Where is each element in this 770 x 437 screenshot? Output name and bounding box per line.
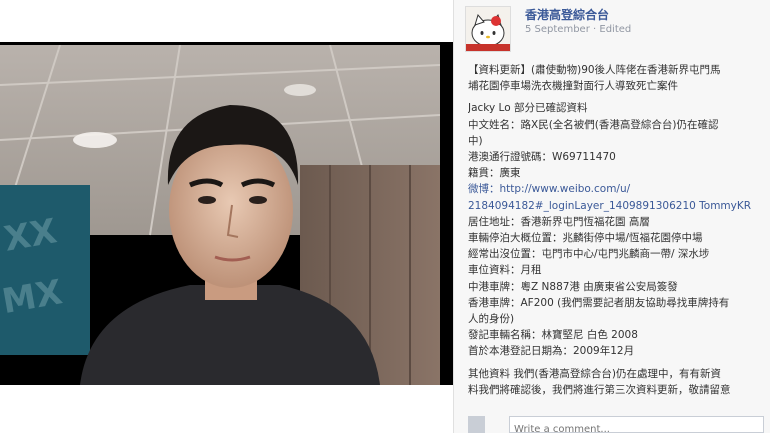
meta-separator: ·: [589, 24, 600, 35]
comment-input[interactable]: [510, 422, 763, 437]
post-line: 經常出沒位置：屯門市中心/屯門兆麟商一帶/ 深水埗: [468, 248, 710, 261]
post-panel: 香港高登綜合台 5 September · Edited 【資料更新】(肅使動物…: [453, 0, 770, 437]
commenter-avatar: [468, 416, 485, 433]
post-line: 車輛停泊大概位置：兆麟街停中場/恆福花園停中場: [468, 232, 703, 245]
post-line: Jacky Lo 部分已確認資料: [468, 102, 588, 115]
post-meta: 5 September · Edited: [525, 24, 631, 35]
selfie-photo: XX MX: [0, 45, 440, 385]
post-line: 【資料更新】(肅使動物)90後人阵佬在香港新界屯門馬: [468, 64, 721, 76]
post-line: 籍貫：廣東: [468, 167, 521, 180]
hello-kitty-avatar-icon[interactable]: [465, 6, 511, 52]
post-line: 料我們將確認後，我們將進行第三次資料更新，敬請留意: [468, 383, 731, 396]
post-body: 【資料更新】(肅使動物)90後人阵佬在香港新界屯門馬 埔花園停車場洗衣機撞對面行…: [468, 62, 763, 398]
post-date[interactable]: 5 September: [525, 24, 590, 35]
post-line: 發記車輛名稱：林寶堅尼 白色 2008: [468, 329, 638, 342]
post-line: 居住地址：香港新界屯門恆福花園 高層: [468, 215, 650, 228]
post-line: 車位資料：月租: [468, 264, 542, 277]
post-photo[interactable]: XX MX: [0, 45, 440, 385]
photo-panel: XX MX: [0, 0, 453, 433]
post-line: 中港車牌：粵Z N887港 由廣東省公安局簽發: [468, 280, 678, 293]
page-name-link[interactable]: 香港高登綜合台: [525, 6, 609, 23]
post-line: 港澳通行證號碼：W69711470: [468, 151, 616, 164]
weibo-link-continued[interactable]: 2184094182#_loginLayer_1409891306210 Tom…: [468, 198, 763, 214]
post-line: 首於本港登記日期為：2009年12月: [468, 345, 635, 358]
weibo-link[interactable]: 微博：http://www.weibo.com/u/: [468, 181, 763, 197]
post-line: 中): [468, 134, 483, 147]
post-line: 香港車牌：AF200 (我們需要記者朋友協助尋找車牌持有: [468, 296, 730, 309]
edited-label[interactable]: Edited: [599, 24, 631, 35]
post-line: 其他資料 我們(香港高登綜合台)仍在處理中，有有新資: [468, 367, 722, 380]
comment-box[interactable]: [509, 416, 764, 437]
post-line: 埔花園停車場洗衣機撞對面行人導致死亡案件: [468, 80, 678, 93]
post-line: 人的身份): [468, 313, 515, 326]
post-line: 中文姓名：路X民(全名被們(香港高登綜合台)仍在確認: [468, 118, 719, 131]
